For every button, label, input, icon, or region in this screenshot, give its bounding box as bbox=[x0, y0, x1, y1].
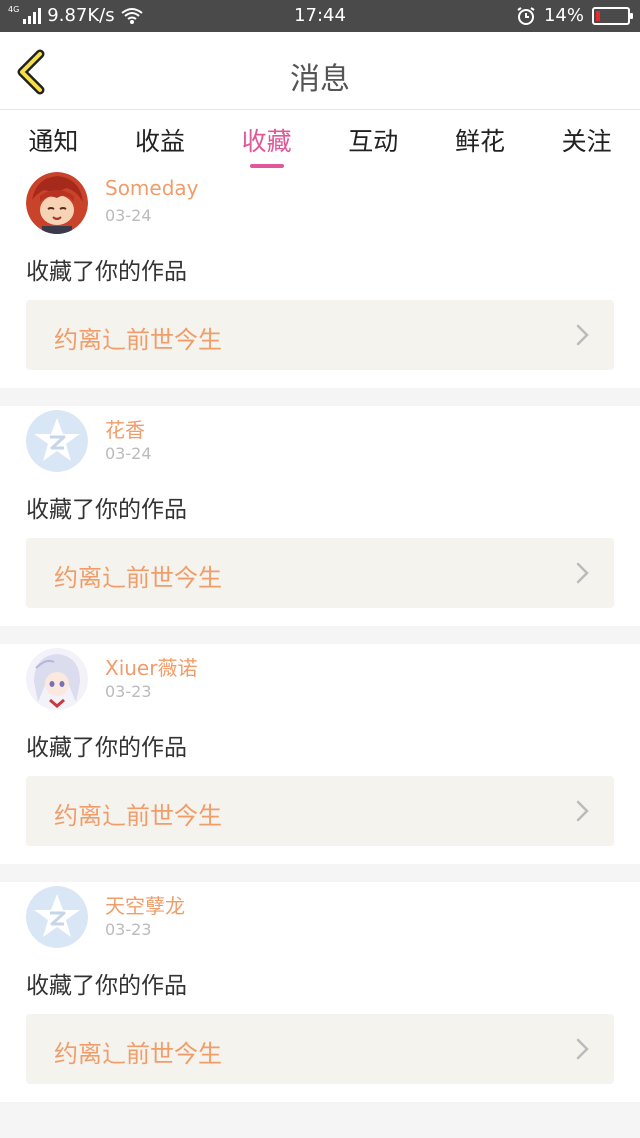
work-title: 约离辶前世今生 bbox=[54, 564, 222, 592]
action-text: 收藏了你的作品 bbox=[26, 735, 187, 761]
chevron-right-icon bbox=[576, 800, 589, 822]
alarm-icon bbox=[517, 6, 535, 25]
message-list: Someday 03-24 收藏了你的作品 约离辶前世今生 花香 03-24 收… bbox=[0, 168, 640, 1120]
tab-bar: 通知 收益 收藏 互动 鲜花 关注 bbox=[0, 110, 640, 172]
chevron-right-icon bbox=[576, 1038, 589, 1060]
action-text: 收藏了你的作品 bbox=[26, 497, 187, 523]
page-title: 消息 bbox=[290, 62, 350, 97]
work-title: 约离辶前世今生 bbox=[54, 802, 222, 830]
message-date: 03-24 bbox=[105, 206, 152, 225]
message-card: Xiuer薇诺 03-23 收藏了你的作品 约离辶前世今生 bbox=[0, 644, 640, 864]
tab-interactions[interactable]: 互动 bbox=[340, 114, 406, 172]
work-link[interactable]: 约离辶前世今生 bbox=[26, 776, 614, 846]
avatar[interactable] bbox=[26, 886, 88, 948]
tab-following[interactable]: 关注 bbox=[554, 114, 620, 172]
action-text: 收藏了你的作品 bbox=[26, 973, 187, 999]
message-date: 03-23 bbox=[105, 682, 152, 701]
tab-flowers[interactable]: 鲜花 bbox=[447, 114, 513, 172]
tab-notifications[interactable]: 通知 bbox=[20, 114, 86, 172]
action-text: 收藏了你的作品 bbox=[26, 259, 187, 285]
message-card: Someday 03-24 收藏了你的作品 约离辶前世今生 bbox=[0, 168, 640, 388]
username[interactable]: 天空孽龙 bbox=[105, 890, 185, 919]
avatar[interactable] bbox=[26, 410, 88, 472]
tab-favorites[interactable]: 收藏 bbox=[234, 114, 300, 172]
username[interactable]: Someday bbox=[105, 176, 199, 200]
message-date: 03-24 bbox=[105, 444, 152, 463]
tab-earnings[interactable]: 收益 bbox=[127, 114, 193, 172]
username[interactable]: 花香 bbox=[105, 414, 145, 443]
work-title: 约离辶前世今生 bbox=[54, 326, 222, 354]
status-bar: 4G 9.87K/s 17:44 14% bbox=[0, 0, 640, 32]
anime-white-hair-avatar-icon bbox=[26, 648, 88, 710]
message-card: 花香 03-24 收藏了你的作品 约离辶前世今生 bbox=[0, 406, 640, 626]
anime-red-hair-avatar-icon bbox=[26, 172, 88, 234]
work-link[interactable]: 约离辶前世今生 bbox=[26, 300, 614, 370]
status-right: 14% bbox=[516, 5, 633, 26]
work-title: 约离辶前世今生 bbox=[54, 1040, 222, 1068]
message-card: 天空孽龙 03-23 收藏了你的作品 约离辶前世今生 bbox=[0, 882, 640, 1102]
chevron-right-icon bbox=[576, 324, 589, 346]
battery-percent: 14% bbox=[543, 5, 584, 26]
work-link[interactable]: 约离辶前世今生 bbox=[26, 538, 614, 608]
avatar[interactable] bbox=[26, 172, 88, 234]
username[interactable]: Xiuer薇诺 bbox=[105, 652, 197, 681]
work-link[interactable]: 约离辶前世今生 bbox=[26, 1014, 614, 1084]
message-date: 03-23 bbox=[105, 920, 152, 939]
chevron-right-icon bbox=[576, 562, 589, 584]
battery-icon bbox=[592, 6, 633, 25]
qq-default-avatar-icon bbox=[26, 410, 88, 472]
qq-default-avatar-icon bbox=[26, 886, 88, 948]
battery-level-fill bbox=[596, 10, 600, 21]
avatar[interactable] bbox=[26, 648, 88, 710]
navigation-bar: 消息 bbox=[0, 32, 640, 110]
